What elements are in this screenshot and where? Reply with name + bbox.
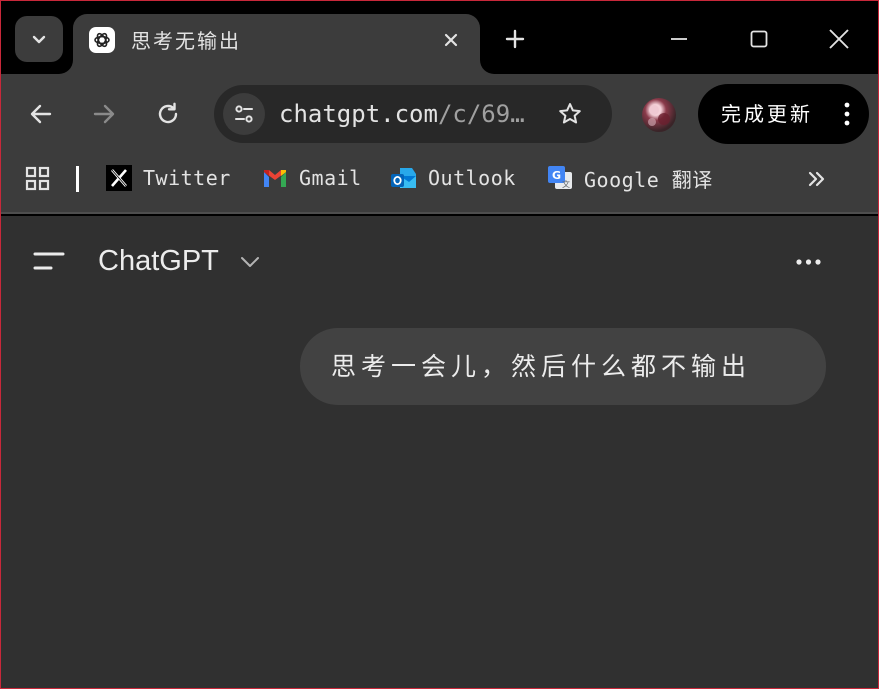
bookmark-gmail[interactable]: Gmail [261, 163, 362, 193]
plus-icon [505, 29, 525, 49]
update-button[interactable]: 完成更新 [698, 84, 869, 144]
chevron-down-icon[interactable] [238, 252, 262, 272]
bookmarks-bar: Twitter Gmail Outlook G 文 Google 翻译 [1, 156, 878, 214]
x-logo-icon [105, 164, 133, 192]
tab-close-button[interactable] [440, 29, 462, 51]
arrow-right-icon [93, 104, 115, 124]
more-vert-icon[interactable] [843, 101, 851, 127]
window-close-button[interactable] [824, 23, 854, 55]
chevron-down-icon [32, 35, 46, 44]
user-message-bubble: 思考一会儿，然后什么都不输出 [300, 328, 826, 405]
tab-strip: 思考无输出 [1, 1, 878, 74]
tab-title: 思考无输出 [131, 29, 241, 53]
more-horizontal-icon [796, 259, 821, 265]
reload-button[interactable] [152, 98, 184, 130]
bookmark-label: Outlook [428, 166, 516, 190]
star-icon [559, 103, 581, 124]
address-bar[interactable]: chatgpt.com/c/69… [214, 85, 612, 143]
openai-logo-icon [89, 27, 115, 53]
chevron-double-right-icon[interactable] [804, 166, 830, 192]
bookmark-label: Google 翻译 [584, 167, 713, 192]
avatar-image [648, 105, 670, 126]
bookmark-google-translate[interactable]: G 文 Google 翻译 [546, 163, 713, 193]
close-icon [444, 33, 458, 47]
site-info-button[interactable] [223, 93, 265, 135]
bookmark-twitter[interactable]: Twitter [105, 163, 231, 193]
forward-button[interactable] [88, 98, 120, 130]
profile-avatar[interactable] [642, 98, 676, 132]
svg-text:G: G [552, 169, 561, 182]
url-path: /c/69… [437, 100, 525, 128]
browser-toolbar: chatgpt.com/c/69… 完成更新 [1, 74, 878, 156]
model-selector-label[interactable]: ChatGPT [98, 244, 219, 278]
arrow-left-icon [30, 104, 52, 124]
bookmark-outlook[interactable]: Outlook [390, 163, 516, 193]
minimize-icon [671, 38, 687, 40]
sidebar-toggle-button[interactable] [31, 246, 67, 276]
bookmarks-separator [76, 166, 79, 192]
bookmark-label: Twitter [143, 166, 231, 190]
gmail-icon [261, 164, 289, 192]
browser-window: 思考无输出 chatgpt.com/c/69… 完成更新 Twitter Gma… [0, 0, 879, 689]
apps-grid-icon[interactable] [25, 166, 51, 192]
bookmark-star-button[interactable] [556, 100, 584, 128]
maximize-icon [750, 30, 768, 48]
google-translate-icon: G 文 [546, 164, 574, 192]
url-host: chatgpt.com [279, 100, 438, 128]
close-icon [829, 29, 849, 49]
maximize-button[interactable] [744, 23, 774, 55]
conversation-options-button[interactable] [791, 250, 827, 274]
tab-search-button[interactable] [15, 16, 63, 62]
bookmark-label: Gmail [299, 166, 362, 190]
update-button-label: 完成更新 [721, 102, 813, 126]
user-message-text: 思考一会儿，然后什么都不输出 [331, 352, 752, 381]
chat-page: ChatGPT 思考一会儿，然后什么都不输出 [1, 216, 878, 688]
back-button[interactable] [25, 98, 57, 130]
svg-text:文: 文 [562, 179, 570, 189]
tab-active[interactable]: 思考无输出 [73, 14, 480, 74]
outlook-icon [390, 164, 418, 192]
url-text[interactable]: chatgpt.com/c/69… [279, 100, 525, 128]
sidebar-menu-icon [33, 252, 65, 270]
minimize-button[interactable] [664, 23, 694, 55]
tune-icon [235, 105, 253, 123]
new-tab-button[interactable] [501, 25, 529, 53]
reload-icon [158, 102, 178, 124]
